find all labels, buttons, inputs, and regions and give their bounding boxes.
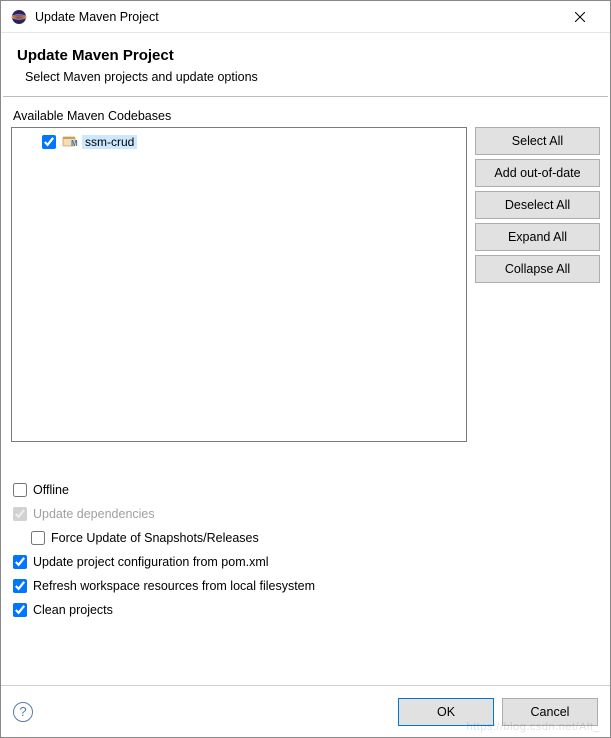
force-update-checkbox[interactable]	[31, 531, 45, 545]
tree-item-label: ssm-crud	[82, 135, 137, 149]
clean-projects-label: Clean projects	[33, 603, 113, 617]
add-out-of-date-button[interactable]: Add out-of-date	[475, 159, 600, 187]
maven-project-icon: M	[62, 134, 78, 150]
select-all-button[interactable]: Select All	[475, 127, 600, 155]
titlebar-text: Update Maven Project	[35, 10, 159, 24]
option-update-dependencies: Update dependencies	[13, 504, 600, 524]
offline-label: Offline	[33, 483, 69, 497]
update-project-config-checkbox[interactable]	[13, 555, 27, 569]
dialog-header: Update Maven Project Select Maven projec…	[1, 33, 610, 96]
close-icon	[575, 12, 585, 22]
option-clean-projects[interactable]: Clean projects	[13, 600, 600, 620]
option-force-update[interactable]: Force Update of Snapshots/Releases	[13, 528, 600, 548]
expand-all-button[interactable]: Expand All	[475, 223, 600, 251]
side-buttons: Select All Add out-of-date Deselect All …	[475, 127, 600, 283]
update-dependencies-label: Update dependencies	[33, 507, 155, 521]
update-dependencies-checkbox	[13, 507, 27, 521]
tree-item-ssm-crud[interactable]: M ssm-crud	[18, 132, 460, 152]
dialog-window: Update Maven Project Update Maven Projec…	[0, 0, 611, 738]
update-project-config-label: Update project configuration from pom.xm…	[33, 555, 269, 569]
page-title: Update Maven Project	[17, 47, 594, 64]
option-refresh-workspace[interactable]: Refresh workspace resources from local f…	[13, 576, 600, 596]
clean-projects-checkbox[interactable]	[13, 603, 27, 617]
option-update-project-config[interactable]: Update project configuration from pom.xm…	[13, 552, 600, 572]
collapse-all-button[interactable]: Collapse All	[475, 255, 600, 283]
eclipse-icon	[11, 9, 27, 25]
svg-text:M: M	[71, 139, 78, 148]
force-update-label: Force Update of Snapshots/Releases	[51, 531, 259, 545]
option-offline[interactable]: Offline	[13, 480, 600, 500]
close-button[interactable]	[560, 3, 600, 31]
page-subtitle: Select Maven projects and update options	[25, 70, 594, 84]
codebases-tree[interactable]: M ssm-crud	[11, 127, 467, 442]
codebases-label: Available Maven Codebases	[13, 109, 600, 123]
offline-checkbox[interactable]	[13, 483, 27, 497]
dialog-footer: ? OK Cancel	[1, 685, 610, 737]
dialog-body: Available Maven Codebases M ssm-crud	[1, 97, 610, 685]
tree-item-checkbox[interactable]	[42, 135, 56, 149]
refresh-workspace-checkbox[interactable]	[13, 579, 27, 593]
titlebar: Update Maven Project	[1, 1, 610, 33]
help-icon[interactable]: ?	[13, 702, 33, 722]
deselect-all-button[interactable]: Deselect All	[475, 191, 600, 219]
ok-button[interactable]: OK	[398, 698, 494, 726]
refresh-workspace-label: Refresh workspace resources from local f…	[33, 579, 315, 593]
options-group: Offline Update dependencies Force Update…	[11, 480, 600, 620]
cancel-button[interactable]: Cancel	[502, 698, 598, 726]
